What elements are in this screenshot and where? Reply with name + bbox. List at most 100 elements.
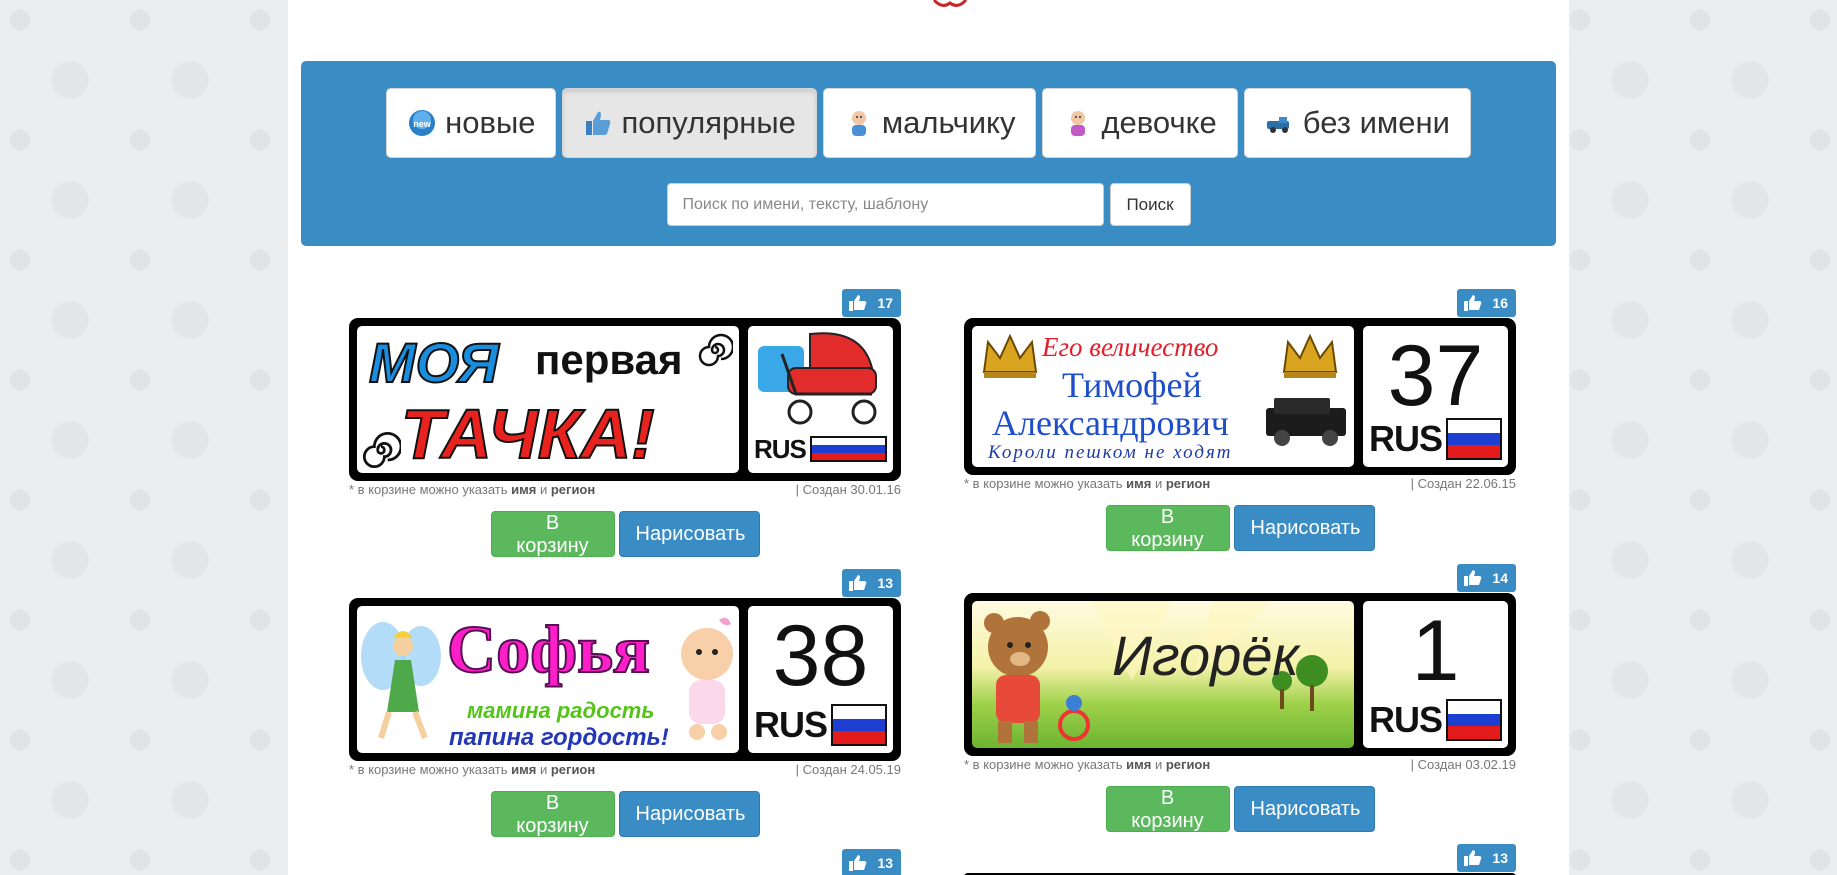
license-plate-image[interactable]: Его величество Тимофей Александрович Кор… xyxy=(964,318,1516,475)
plate-text-area: Его величество Тимофей Александрович Кор… xyxy=(972,326,1354,467)
license-plate-image[interactable]: Игорёк 1 RUS xyxy=(964,593,1516,756)
like-badge[interactable]: 14 xyxy=(1457,564,1516,592)
add-to-cart-button[interactable]: В корзину xyxy=(490,511,615,557)
thumbs-up-icon xyxy=(849,575,867,591)
rus-label: RUS xyxy=(1369,418,1443,459)
thumbs-up-icon xyxy=(1464,850,1482,866)
tab-boy[interactable]: мальчику xyxy=(822,88,1037,158)
tab-no-name[interactable]: без имени xyxy=(1243,88,1471,158)
plate-text-line: Игорёк xyxy=(1112,624,1299,687)
search-button[interactable]: Поиск xyxy=(1109,183,1191,226)
like-count: 13 xyxy=(877,575,893,591)
plate-card: 13 xyxy=(349,849,901,875)
rus-flag-row: RUS xyxy=(1369,698,1502,742)
new-badge-icon: new xyxy=(409,110,436,136)
license-plate-image[interactable]: МОЯ первая ТАЧКА! RUS xyxy=(349,318,901,481)
plate-region-area: 37 RUS xyxy=(1363,326,1508,467)
rus-label: RUS xyxy=(754,704,828,745)
tab-girl[interactable]: девочке xyxy=(1042,88,1238,158)
created-date: | Создан 30.01.16 xyxy=(795,482,901,497)
plate-text-line: мамина радость xyxy=(467,698,655,723)
search-input[interactable] xyxy=(666,183,1104,226)
tab-popular-label: популярные xyxy=(621,105,796,140)
plate-text-area: МОЯ первая ТАЧКА! xyxy=(357,326,739,473)
plate-card: 17 МОЯ первая ТАЧКА! RUS * в корзине мож… xyxy=(349,289,901,559)
category-nav-panel: new новые популярные мальчику девочке бе… xyxy=(301,61,1556,246)
add-to-cart-button[interactable]: В корзину xyxy=(1105,786,1230,832)
plate-card: 14 Игорёк 1 RUS * в корзине можно указат… xyxy=(964,564,1516,834)
russian-flag-icon xyxy=(831,704,887,746)
crown-icon xyxy=(982,333,1038,378)
card-actions: В корзину Нарисовать xyxy=(349,791,901,837)
thumbs-up-icon xyxy=(849,295,867,311)
card-meta: * в корзине можно указать имя и регион |… xyxy=(349,762,901,778)
basket-note: * в корзине можно указать имя и регион xyxy=(349,762,596,777)
fairy-icon xyxy=(361,622,441,740)
card-meta: * в корзине можно указать имя и регион |… xyxy=(964,757,1516,773)
add-to-cart-button[interactable]: В корзину xyxy=(1105,505,1230,551)
license-plate-image[interactable]: Софья мамина радость папина гордость! 38… xyxy=(349,598,901,761)
add-to-cart-button[interactable]: В корзину xyxy=(490,791,615,837)
like-badge[interactable]: 16 xyxy=(1457,289,1516,317)
rus-flag-row: RUS xyxy=(754,703,887,747)
like-count: 13 xyxy=(1492,850,1508,866)
basket-note: * в корзине можно указать имя и регион xyxy=(349,482,596,497)
draw-button[interactable]: Нарисовать xyxy=(1233,786,1375,832)
rus-flag-row: RUS xyxy=(1369,417,1502,461)
thumbs-up-icon xyxy=(1464,295,1482,311)
suv-car-icon xyxy=(1266,398,1346,446)
like-count: 16 xyxy=(1492,295,1508,311)
like-count: 17 xyxy=(877,295,893,311)
plate-region-area: 1 RUS xyxy=(1363,601,1508,748)
like-badge[interactable]: 13 xyxy=(1457,844,1516,872)
stroller-icon xyxy=(758,332,877,425)
basket-note: * в корзине можно указать имя и регион xyxy=(964,476,1211,491)
toy-car-icon xyxy=(1266,117,1289,133)
plate-text-line: МОЯ xyxy=(368,330,500,395)
plate-text-line: ТАЧКА! xyxy=(400,394,656,473)
svg-text:new: new xyxy=(413,119,432,129)
like-count: 13 xyxy=(877,855,893,871)
baby-girl-icon xyxy=(1071,111,1086,136)
like-badge[interactable]: 13 xyxy=(842,569,901,597)
tab-new[interactable]: new новые xyxy=(386,88,557,158)
teddy-bear-icon xyxy=(984,611,1090,743)
tab-popular[interactable]: популярные xyxy=(562,88,817,158)
plate-text-line: Короли пешком не ходят xyxy=(988,442,1233,463)
russian-flag-icon xyxy=(1446,699,1502,741)
plate-text-line: Тимофей xyxy=(1062,365,1202,405)
plate-text-line: Его величество xyxy=(1042,332,1219,362)
plate-text-area: Софья мамина радость папина гордость! xyxy=(357,606,739,753)
tab-boy-label: мальчику xyxy=(881,105,1016,140)
thumbs-up-icon xyxy=(849,855,867,871)
category-tabs: new новые популярные мальчику девочке бе… xyxy=(301,88,1556,158)
rus-label: RUS xyxy=(1369,699,1443,740)
plate-region-area: RUS xyxy=(748,326,893,473)
region-number: 37 xyxy=(1387,328,1484,424)
search-bar: Поиск xyxy=(301,183,1556,226)
plate-card: 13 xyxy=(964,844,1516,875)
plate-text-area: Игорёк xyxy=(972,601,1354,748)
card-actions: В корзину Нарисовать xyxy=(349,511,901,557)
like-badge[interactable]: 13 xyxy=(842,849,901,875)
created-date: | Создан 03.02.19 xyxy=(1410,757,1516,772)
like-badge[interactable]: 17 xyxy=(842,289,901,317)
created-date: | Создан 22.06.15 xyxy=(1410,476,1516,491)
russian-flag-icon xyxy=(809,436,887,462)
plate-text-line: Александрович xyxy=(992,403,1229,443)
plate-text-line: первая xyxy=(535,336,683,383)
draw-button[interactable]: Нарисовать xyxy=(618,511,760,557)
draw-button[interactable]: Нарисовать xyxy=(1233,505,1375,551)
plate-card: 13 Софья мамина радость папина гордость!… xyxy=(349,569,901,839)
spiral-icon xyxy=(362,431,401,469)
plate-text-line: папина гордость! xyxy=(449,724,669,751)
thumbs-up-icon xyxy=(1464,570,1482,586)
tab-girl-label: девочке xyxy=(1101,105,1217,140)
baby-boy-icon xyxy=(851,111,866,136)
page-container: new новые популярные мальчику девочке бе… xyxy=(288,0,1569,875)
card-meta: * в корзине можно указать имя и регион |… xyxy=(964,476,1516,492)
card-meta: * в корзине можно указать имя и регион |… xyxy=(349,482,901,498)
draw-button[interactable]: Нарисовать xyxy=(618,791,760,837)
plate-region-area: 38 RUS xyxy=(748,606,893,753)
like-count: 14 xyxy=(1492,570,1508,586)
